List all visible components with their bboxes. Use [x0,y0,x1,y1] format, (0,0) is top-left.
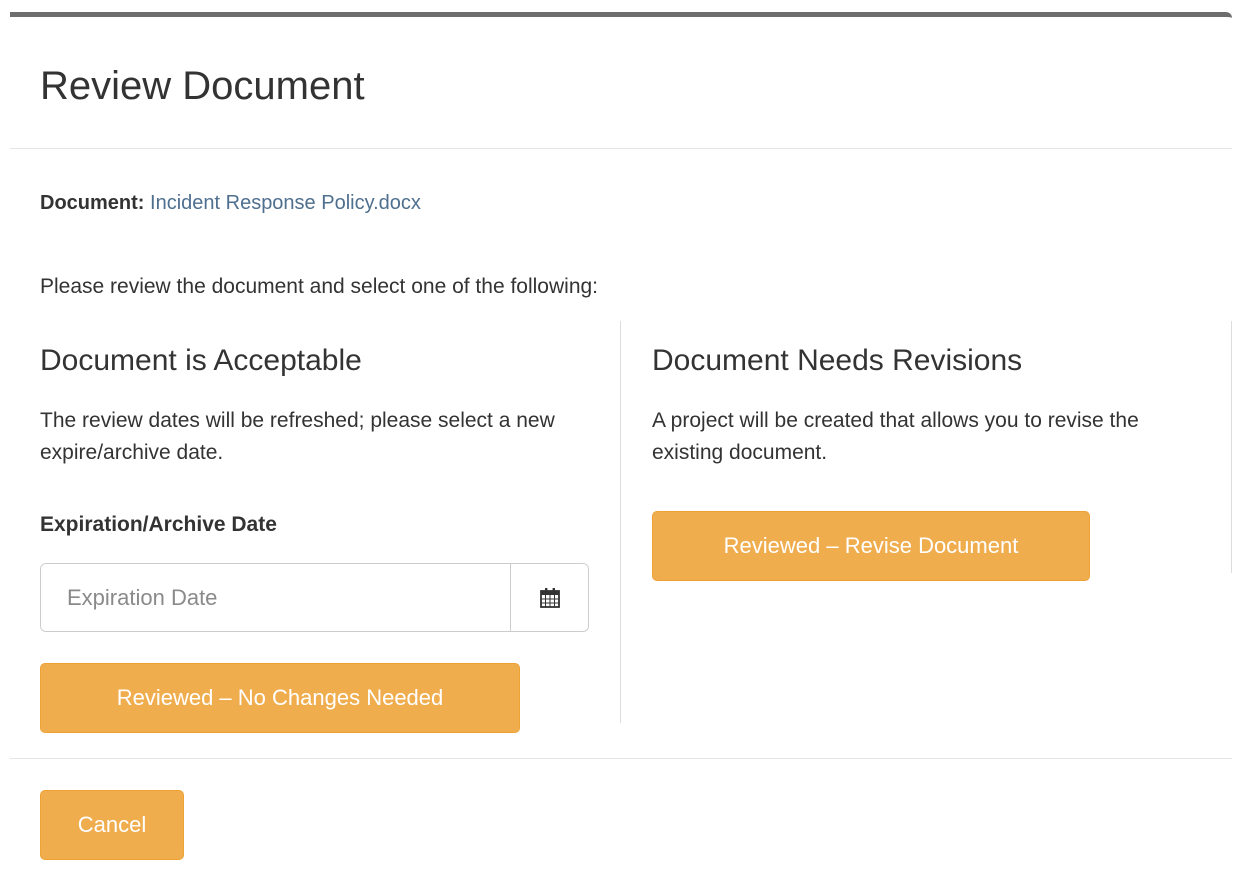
reviewed-no-changes-button[interactable]: Reviewed – No Changes Needed [40,663,520,733]
acceptable-heading: Document is Acceptable [40,344,362,377]
modal-title: Review Document [40,64,365,108]
reviewed-revise-button[interactable]: Reviewed – Revise Document [652,511,1090,581]
acceptable-column: Document is Acceptable The review dates … [10,321,621,733]
document-label: Document: [40,192,145,214]
modal-header: Review Document [10,17,1232,149]
revisions-heading: Document Needs Revisions [652,344,1023,377]
expiration-date-label: Expiration/Archive Date [40,513,277,536]
acceptable-description: The review dates will be refreshed; plea… [40,409,555,464]
calendar-button[interactable] [510,564,588,631]
review-document-modal: Review Document Document: Incident Respo… [10,12,1232,883]
revisions-description: A project will be created that allows yo… [652,409,1139,464]
calendar-icon [539,588,560,608]
backdrop [0,0,1238,12]
expiration-date-input[interactable] [41,564,510,631]
expiration-date-group [40,563,589,632]
review-instructions: Please review the document and select on… [40,275,599,298]
modal-footer: Cancel [10,759,1232,860]
document-link[interactable]: Incident Response Policy.docx [150,192,421,214]
document-line: Document: Incident Response Policy.docx [40,189,421,217]
revisions-column: Document Needs Revisions A project will … [621,321,1232,581]
modal-body: Document: Incident Response Policy.docx … [10,149,1232,759]
cancel-button[interactable]: Cancel [40,790,184,860]
